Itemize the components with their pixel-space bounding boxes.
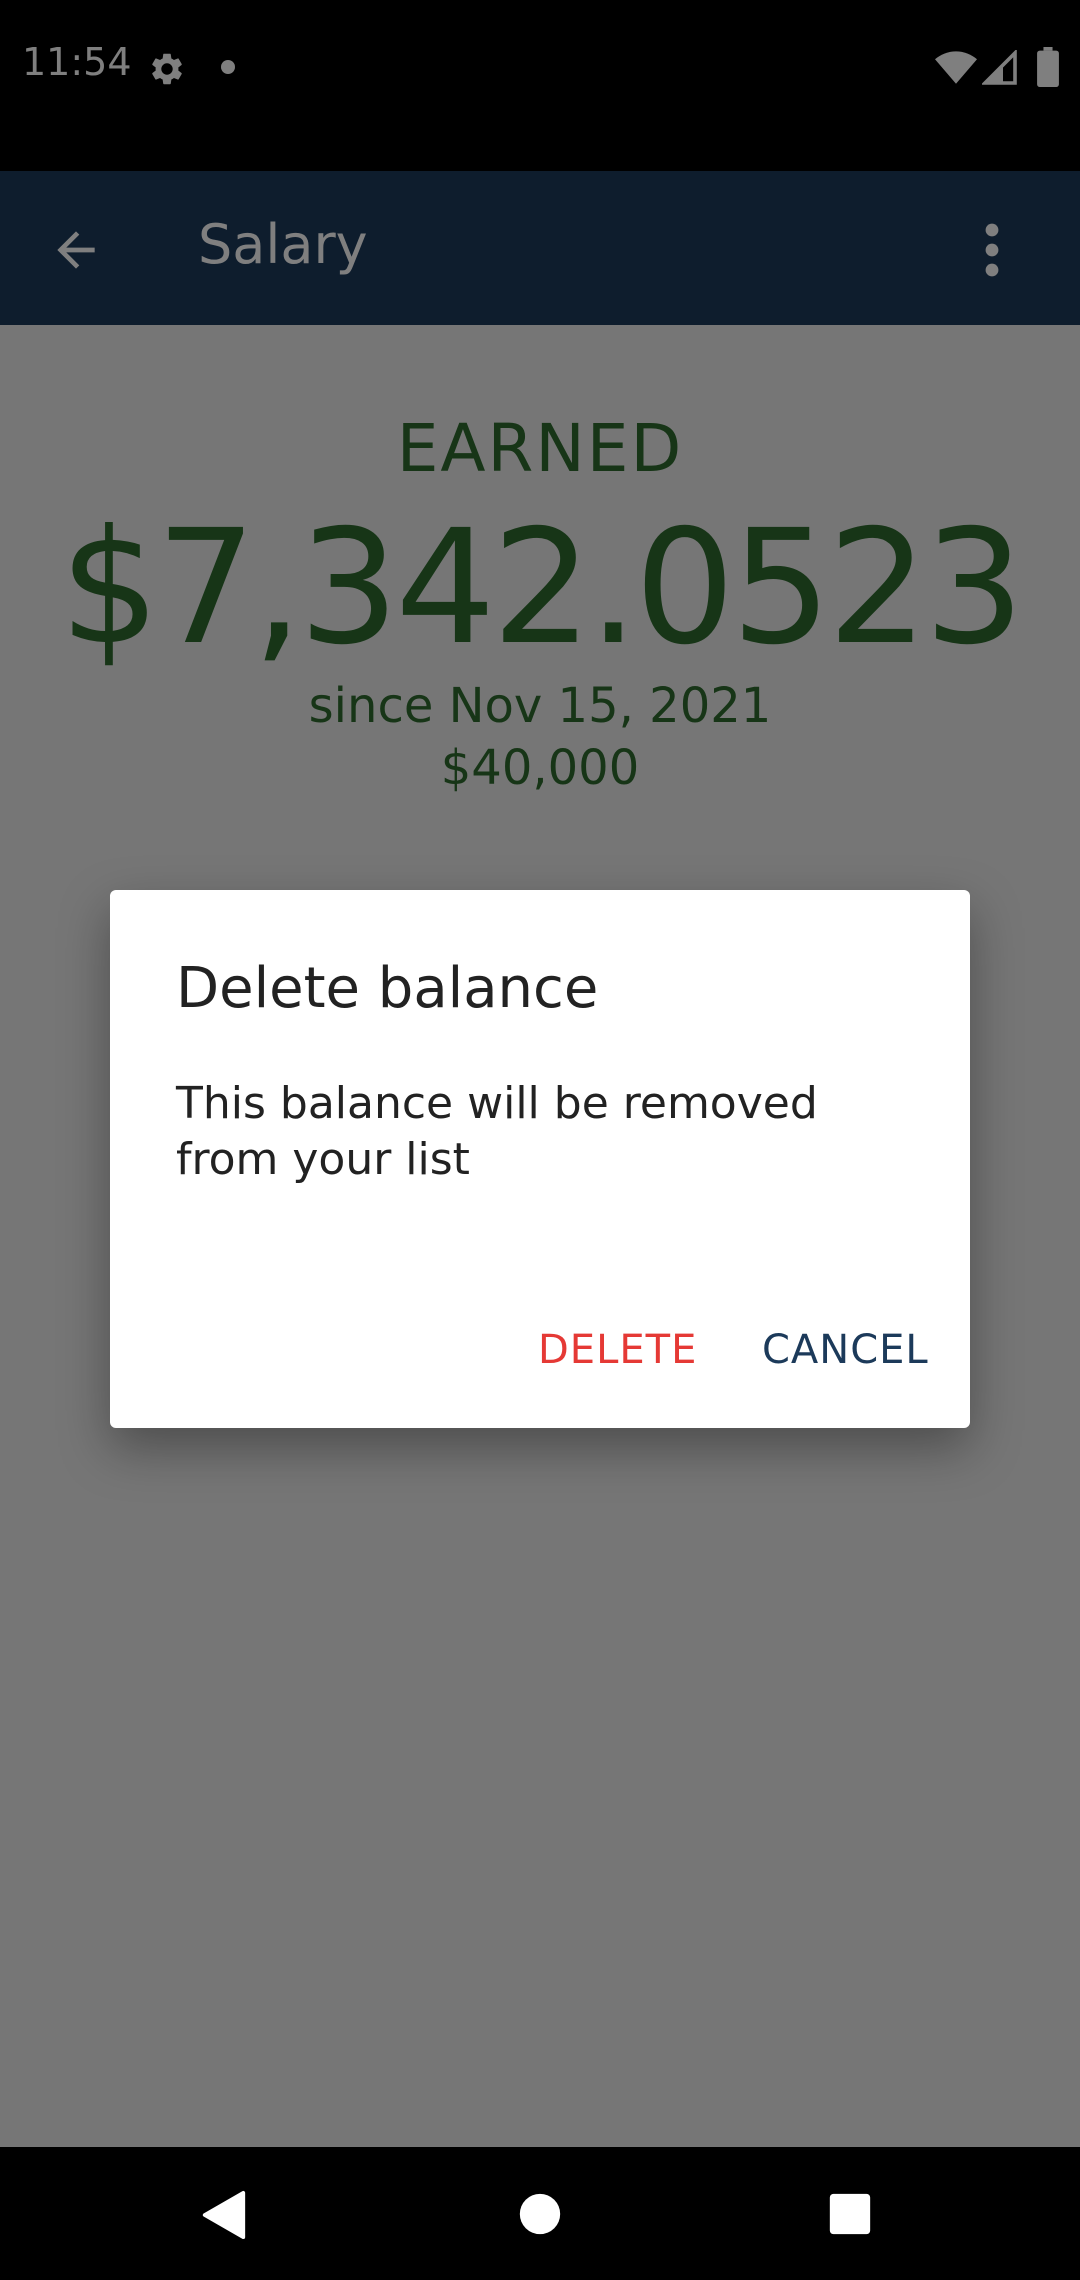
- screen: 11:54 Salary EARNED $7,342.0523 since No…: [0, 0, 1080, 2280]
- dialog-title: Delete balance: [176, 956, 599, 1021]
- cancel-button[interactable]: CANCEL: [746, 1310, 945, 1390]
- nav-home-icon[interactable]: [518, 2192, 562, 2236]
- delete-balance-dialog: Delete balance This balance will be remo…: [110, 890, 970, 1428]
- delete-button[interactable]: DELETE: [522, 1310, 713, 1390]
- nav-recents-icon[interactable]: [828, 2192, 872, 2236]
- dialog-message: This balance will be removed from your l…: [176, 1078, 818, 1185]
- nav-back-icon[interactable]: [200, 2190, 248, 2240]
